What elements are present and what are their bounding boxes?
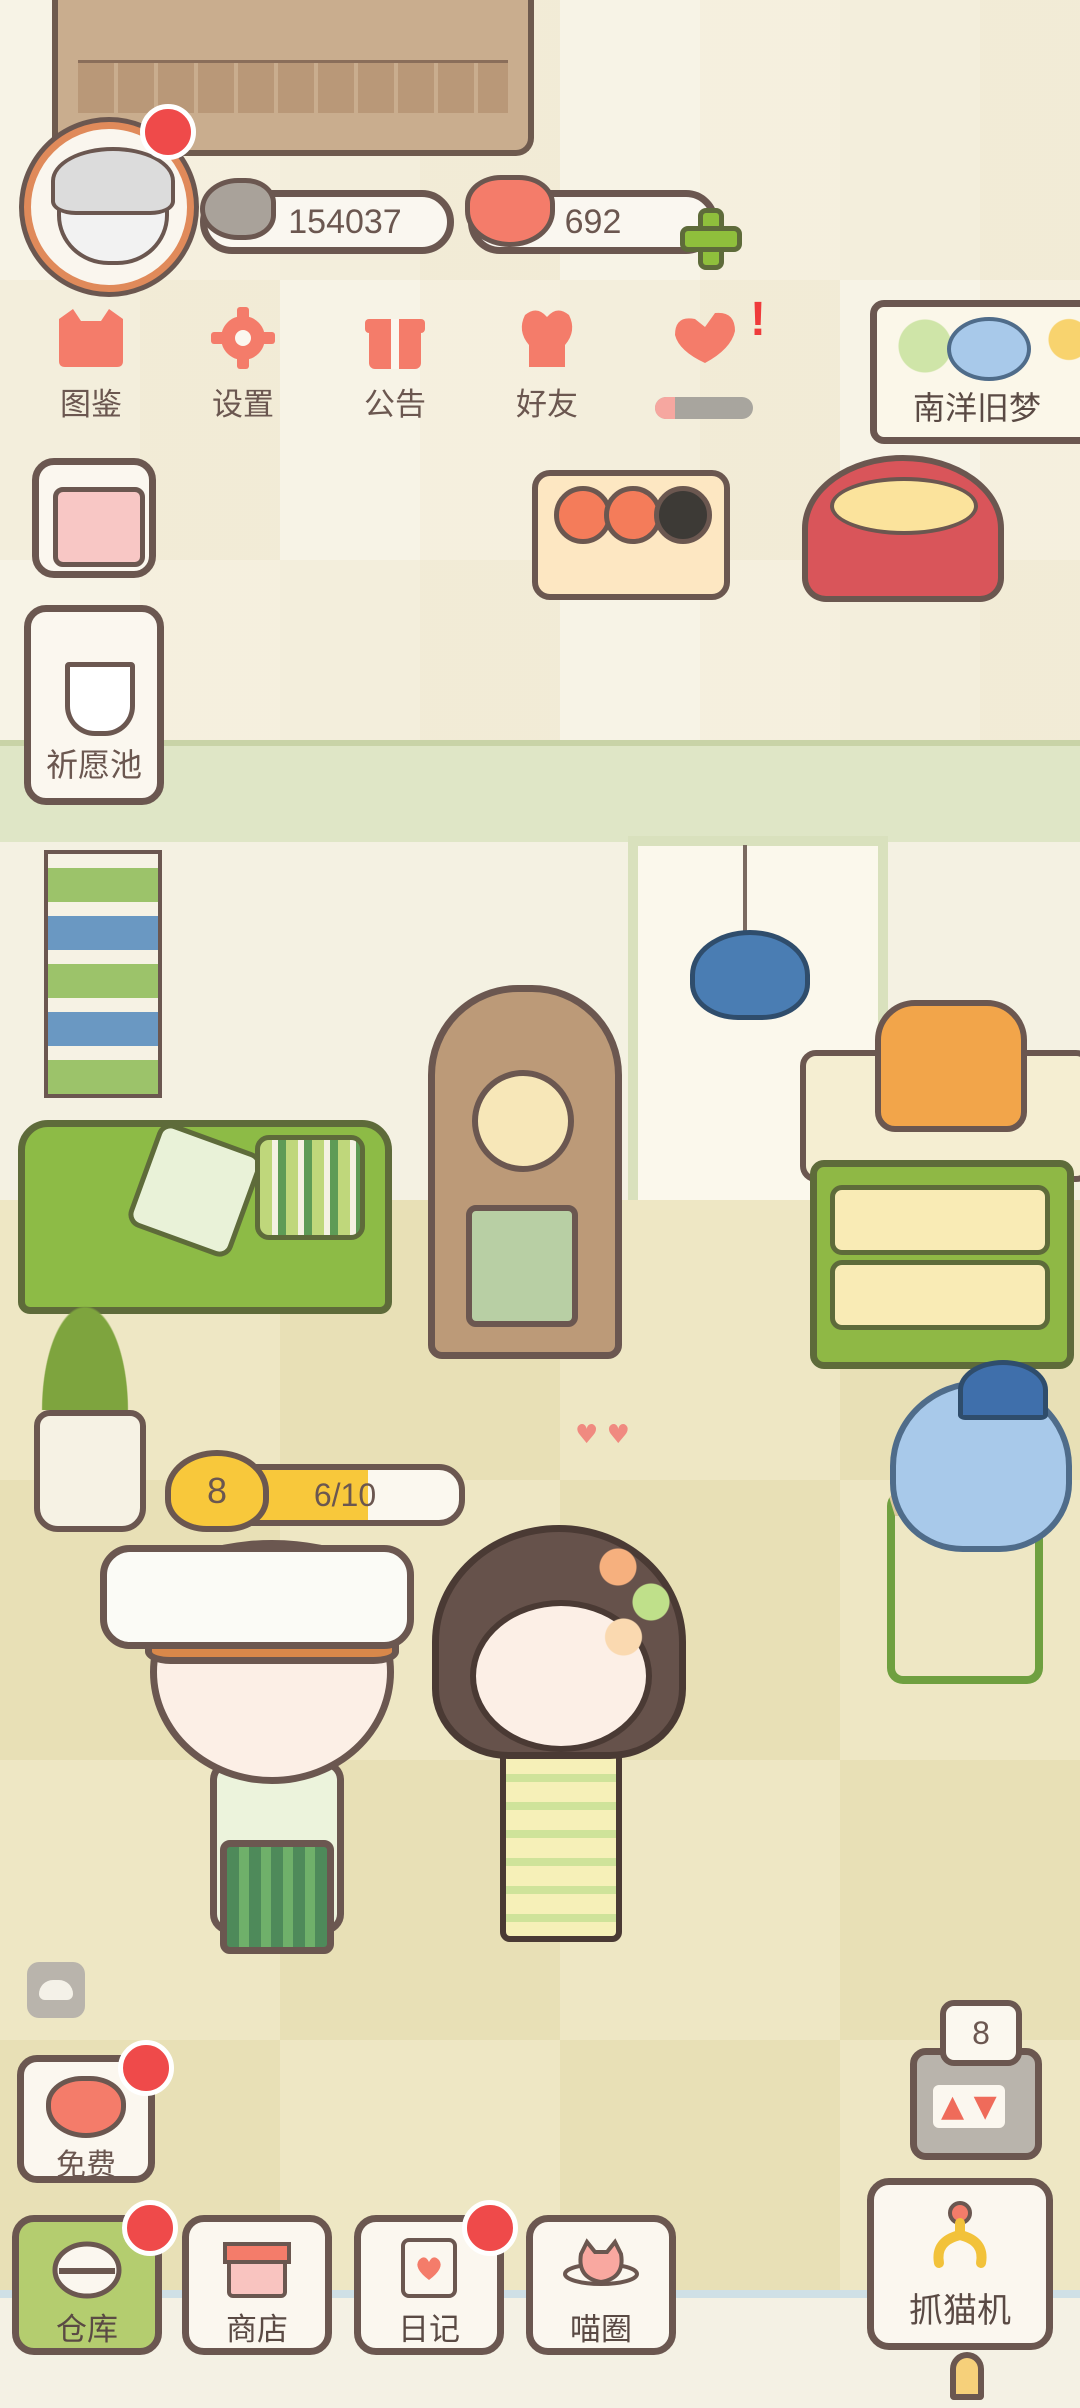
boy-character-legs	[220, 1840, 334, 1954]
wishing-pool-label: 祈愿池	[45, 747, 142, 783]
dresser-drawer	[830, 1185, 1050, 1255]
heart-icon	[46, 2076, 126, 2138]
sofa-pillow-striped	[255, 1135, 365, 1240]
interaction-progress-fill	[655, 397, 675, 419]
free-label: 免费	[56, 2149, 116, 2182]
claw-machine-button[interactable]: 抓猫机	[867, 2178, 1053, 2350]
heart-icon: ♥ ♥	[575, 1420, 630, 1450]
notification-dot	[462, 2200, 518, 2256]
tab-cat-circle-label: 喵圈	[570, 2312, 632, 2347]
tab-cat-circle[interactable]: 喵圈	[526, 2215, 676, 2355]
notification-dot	[118, 2040, 174, 2096]
clock-face	[472, 1070, 574, 1172]
collection-button[interactable]: 图鉴	[26, 305, 156, 435]
friends-icon	[521, 310, 573, 367]
add-hearts-button[interactable]	[680, 208, 742, 270]
cloud-toggle-button[interactable]	[27, 1962, 85, 2018]
dresser-drawer	[830, 1260, 1050, 1330]
gear-icon	[211, 307, 275, 369]
potted-plant[interactable]	[34, 1410, 146, 1532]
fish-currency-value: 154037	[288, 202, 402, 241]
calendar-edit-icon	[53, 487, 145, 567]
announcement-label: 公告	[364, 387, 426, 422]
orange-handbag[interactable]	[875, 1000, 1027, 1132]
tab-storage-label: 仓库	[56, 2312, 118, 2347]
storage-icon	[52, 2241, 122, 2299]
tab-shop[interactable]: 商店	[182, 2215, 332, 2355]
hanging-elephant-ornament[interactable]	[690, 930, 810, 1020]
event-banner[interactable]: 南洋旧梦	[870, 300, 1080, 444]
notification-dot	[122, 2200, 178, 2256]
gift-icon	[365, 319, 425, 369]
alert-icon: !	[750, 293, 766, 346]
elephant-icon	[947, 317, 1031, 381]
hanging-string	[743, 845, 747, 935]
head-towel	[100, 1545, 414, 1649]
sleep-cap	[958, 1360, 1048, 1420]
wishing-pool-button[interactable]: 祈愿池	[24, 605, 164, 805]
heart-currency-value: 692	[564, 202, 622, 241]
daily-sign-in-button[interactable]	[32, 458, 156, 578]
collection-label: 图鉴	[60, 387, 122, 422]
ramen-bowl[interactable]	[802, 455, 1004, 602]
announcement-button[interactable]: 公告	[330, 305, 460, 435]
flower-crown	[585, 1525, 695, 1665]
claw-count: 8	[940, 2000, 1022, 2066]
fish-icon	[200, 178, 276, 240]
heart-hands-icon	[675, 312, 735, 363]
tab-diary-label: 日记	[398, 2312, 460, 2347]
cat-planet-icon	[563, 2238, 639, 2286]
interaction-progress-bar	[655, 397, 753, 419]
clock-door	[466, 1205, 578, 1327]
level-badge: 8	[165, 1450, 269, 1532]
claw-icon	[933, 2201, 987, 2268]
plant-leaves	[10, 1230, 160, 1410]
settings-button[interactable]: 设置	[178, 305, 308, 435]
tab-shop-label: 商店	[226, 2312, 288, 2347]
claw-hook-icon	[950, 2352, 984, 2400]
shop-icon	[223, 2242, 291, 2298]
sushi-plate[interactable]	[532, 470, 730, 600]
notification-dot	[140, 104, 196, 160]
heart-currency-icon	[465, 175, 555, 247]
cat-book-icon	[59, 309, 123, 367]
friends-label: 好友	[516, 387, 578, 422]
event-banner-label: 南洋旧梦	[912, 390, 1041, 426]
settings-label: 设置	[212, 387, 274, 422]
claw-machine-label: 抓猫机	[909, 2292, 1011, 2330]
friends-button[interactable]: 好友	[482, 305, 612, 435]
claw-machine-counter[interactable]: 8	[910, 2000, 1042, 2160]
fountain-icon	[65, 662, 135, 736]
wall-tapestry[interactable]	[44, 850, 162, 1098]
diary-icon	[401, 2238, 457, 2298]
